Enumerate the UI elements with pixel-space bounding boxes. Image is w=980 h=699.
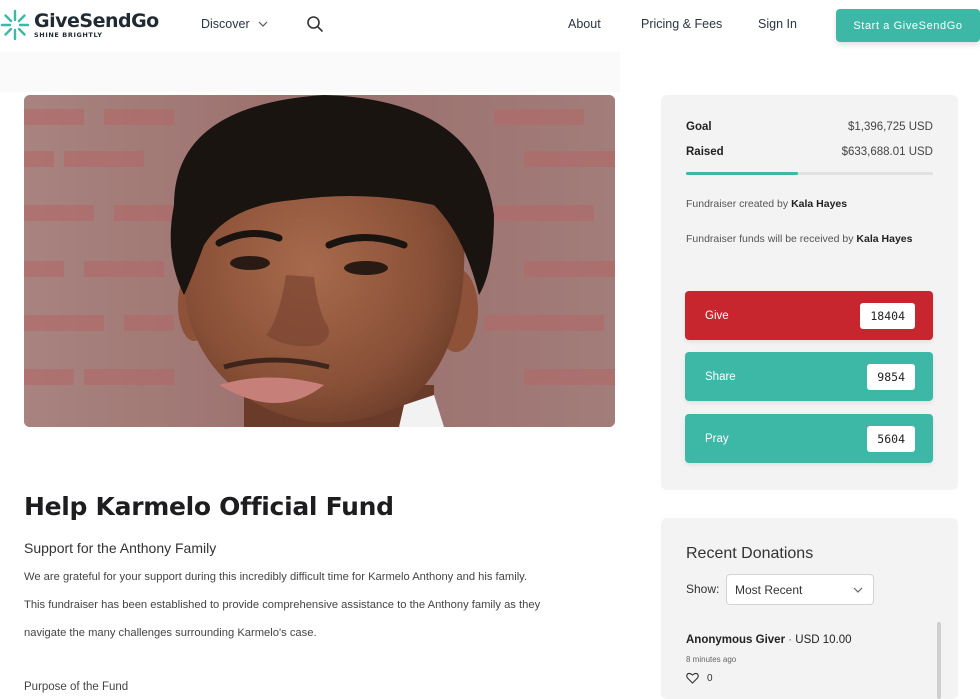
nav-sign-in[interactable]: Sign In	[758, 17, 797, 31]
raised-label: Raised	[686, 146, 724, 158]
creator-name[interactable]: Kala Hayes	[791, 198, 847, 210]
donation-like[interactable]: 0	[686, 672, 713, 684]
heart-icon	[686, 672, 699, 684]
funding-progress-fill	[686, 172, 799, 175]
site-header: GiveSendGo SHINE BRIGHTLY Discover About…	[0, 0, 980, 52]
nav-about[interactable]: About	[568, 17, 601, 31]
donations-scrollbar[interactable]	[937, 622, 941, 699]
created-by-prefix: Fundraiser created by	[686, 198, 789, 210]
give-button[interactable]: Give 18404	[685, 291, 933, 340]
logo-tagline: SHINE BRIGHTLY	[34, 31, 103, 39]
received-by-prefix: Fundraiser funds will be received by	[686, 233, 854, 245]
raised-value: $633,688.01 USD	[841, 146, 933, 158]
give-label: Give	[705, 309, 729, 322]
share-label: Share	[705, 370, 736, 383]
nav-pricing-fees[interactable]: Pricing & Fees	[641, 17, 722, 31]
start-givesendgo-button[interactable]: Start a GiveSendGo	[836, 9, 980, 42]
created-by: Fundraiser created by Kala Hayes	[686, 195, 933, 213]
donation-item: Anonymous Giver · USD 10.00	[686, 634, 852, 646]
campaign-subtitle: Support for the Anthony Family	[24, 540, 217, 556]
pray-label: Pray	[705, 432, 729, 445]
chevron-down-icon	[853, 587, 863, 593]
sort-selected-value: Most Recent	[735, 582, 803, 597]
search-icon[interactable]	[305, 14, 325, 34]
received-by: Fundraiser funds will be received by Kal…	[686, 230, 933, 248]
pray-count: 5604	[867, 425, 915, 452]
campaign-description-line: We are grateful for your support during …	[24, 571, 528, 583]
purpose-heading: Purpose of the Fund	[24, 681, 129, 693]
recent-donations-title: Recent Donations	[686, 545, 814, 562]
show-label: Show:	[686, 582, 720, 596]
donor-name: Anonymous Giver	[686, 634, 786, 646]
like-count: 0	[707, 672, 713, 684]
give-count: 18404	[860, 302, 915, 329]
campaign-photo	[24, 95, 615, 427]
recipient-name[interactable]: Kala Hayes	[856, 233, 912, 245]
donation-time: 8 minutes ago	[686, 655, 737, 664]
goal-label: Goal	[686, 121, 712, 133]
funding-progress-bar	[686, 172, 933, 175]
logo[interactable]: GiveSendGo SHINE BRIGHTLY	[0, 8, 159, 42]
starburst-logo-icon	[0, 8, 30, 42]
chevron-down-icon	[258, 21, 268, 27]
logo-name: GiveSendGo	[34, 10, 159, 32]
share-count: 9854	[867, 363, 915, 390]
goal-row: Goal $1,396,725 USD	[686, 121, 933, 133]
campaign-description-line: This fundraiser has been established to …	[24, 599, 541, 611]
pray-button[interactable]: Pray 5604	[685, 414, 933, 463]
raised-row: Raised $633,688.01 USD	[686, 146, 933, 158]
share-button[interactable]: Share 9854	[685, 352, 933, 401]
content-backdrop	[0, 52, 620, 92]
campaign-title: Help Karmelo Official Fund	[24, 492, 394, 521]
campaign-description-line: navigate the many challenges surrounding…	[24, 627, 317, 639]
discover-menu[interactable]: Discover	[201, 17, 268, 31]
donation-amount: USD 10.00	[795, 634, 852, 646]
discover-label: Discover	[201, 17, 250, 31]
goal-value: $1,396,725 USD	[847, 121, 933, 133]
sort-select[interactable]: Most Recent	[726, 574, 874, 605]
